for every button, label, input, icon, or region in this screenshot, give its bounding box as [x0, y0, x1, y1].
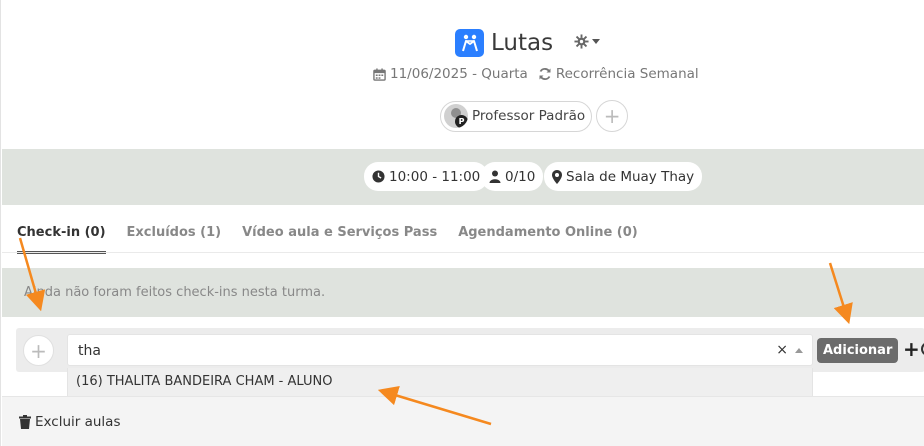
capacity-pill: 0/10	[481, 162, 544, 191]
user-icon	[489, 170, 501, 183]
trash-icon	[19, 415, 31, 429]
capacity-text: 0/10	[505, 168, 536, 185]
dropdown-option[interactable]: (16) THALITA BANDEIRA CHAM - ALUNO	[68, 368, 812, 396]
teacher-badge: P	[455, 115, 468, 128]
add-student-toggle-button[interactable]: +	[23, 335, 54, 366]
gear-icon	[574, 34, 589, 49]
avatar: P	[444, 104, 468, 128]
add-student-row: + × Adicionar +	[16, 328, 924, 372]
class-info-band: 10:00 - 11:00 0/10 Sala de Muay Thay	[2, 149, 924, 205]
tab-excluidos[interactable]: Excluídos (1)	[127, 222, 222, 254]
wrestling-icon	[455, 29, 484, 57]
date-info: 11/06/2025 - Quarta	[373, 66, 528, 82]
teacher-name: Professor Padrão	[472, 108, 586, 124]
clear-icon[interactable]: ×	[776, 342, 788, 358]
tab-checkin[interactable]: Check-in (0)	[17, 222, 106, 254]
delete-label: Excluir aulas	[35, 414, 121, 430]
caret-up-icon[interactable]	[795, 348, 803, 353]
title-row: Lutas	[1, 28, 924, 58]
student-select[interactable]: ×	[67, 334, 813, 366]
calendar-icon	[373, 67, 386, 81]
recurrence-text: Recorrência Semanal	[555, 66, 699, 82]
chevron-down-icon	[592, 39, 600, 44]
app-window: Lutas 11/06/2025 - Quarta Recorrência Se…	[0, 0, 924, 446]
teacher-chip[interactable]: P Professor Padrão	[440, 100, 593, 132]
tab-agendamento-online[interactable]: Agendamento Online (0)	[458, 222, 638, 254]
teacher-row: P Professor Padrão +	[440, 100, 629, 132]
page-title: Lutas	[491, 30, 554, 56]
student-search-input[interactable]	[78, 340, 758, 362]
recurrence-info: Recorrência Semanal	[538, 66, 699, 82]
add-button[interactable]: Adicionar	[817, 338, 899, 363]
add-teacher-button[interactable]: +	[596, 100, 629, 132]
class-meta: 11/06/2025 - Quarta Recorrência Semanal	[373, 64, 709, 84]
clock-icon	[372, 170, 385, 183]
tab-video-aula[interactable]: Vídeo aula e Serviços Pass	[242, 222, 437, 254]
plus-icon: +	[30, 338, 47, 363]
tabs-divider	[2, 252, 924, 253]
plus-icon: +	[603, 104, 621, 128]
settings-dropdown[interactable]	[574, 34, 600, 49]
map-marker-icon	[552, 169, 562, 184]
time-text: 10:00 - 11:00	[389, 168, 481, 185]
room-text: Sala de Muay Thay	[566, 168, 695, 185]
room-pill: Sala de Muay Thay	[544, 162, 703, 191]
plus-icon[interactable]: +	[903, 337, 920, 361]
tab-bar: Check-in (0) Excluídos (1) Vídeo aula e …	[17, 222, 659, 254]
refresh-icon	[539, 68, 551, 80]
footer-bar: Excluir aulas	[2, 396, 924, 446]
delete-classes-button[interactable]: Excluir aulas	[19, 414, 121, 430]
date-text: 11/06/2025 - Quarta	[390, 66, 528, 82]
time-pill: 10:00 - 11:00	[364, 162, 489, 191]
empty-checkin-alert: Ainda não foram feitos check-ins nesta t…	[2, 268, 924, 317]
